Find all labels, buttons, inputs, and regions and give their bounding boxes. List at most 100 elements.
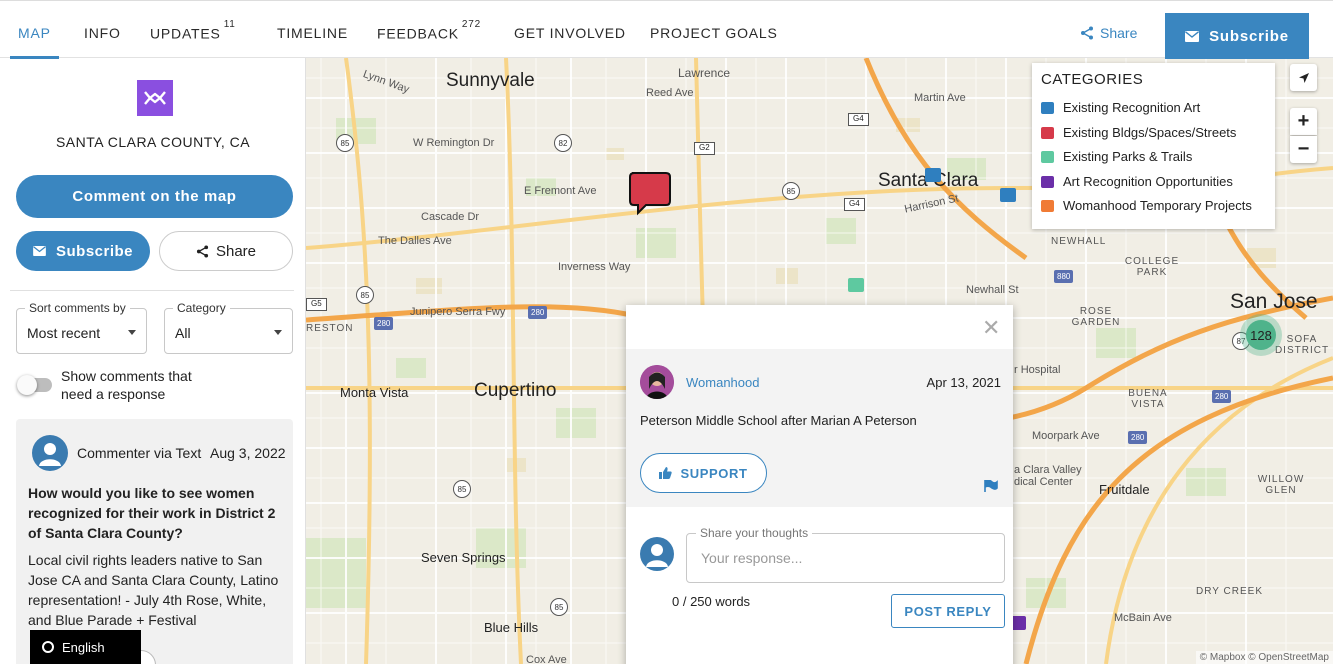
popup-date: Apr 13, 2021	[926, 375, 1001, 390]
category-item[interactable]: Existing Bldgs/Spaces/Streets	[1041, 125, 1236, 140]
womanhood-logo	[137, 80, 173, 116]
comment-card[interactable]: Commenter via Text Aug 3, 2022 How would…	[16, 419, 293, 664]
category-item[interactable]: Womanhood Temporary Projects	[1041, 198, 1252, 213]
support-button[interactable]: SUPPORT	[640, 453, 767, 493]
category-swatch	[1041, 150, 1054, 163]
map-attribution[interactable]: © Mapbox © OpenStreetMap	[1195, 651, 1333, 664]
comment-cluster[interactable]: 128	[1246, 320, 1276, 350]
street-label: Reed Ave	[646, 87, 694, 99]
envelope-icon	[33, 246, 46, 256]
category-swatch	[1041, 126, 1054, 139]
route-shield: G4	[844, 198, 865, 211]
tab-project-goals[interactable]: PROJECT GOALS	[650, 25, 778, 59]
share-button[interactable]: Share	[159, 231, 293, 271]
comment-pin-recognition-art[interactable]	[1000, 188, 1016, 202]
subscribe-label: Subscribe	[55, 242, 134, 260]
updates-badge: 11	[223, 19, 236, 30]
category-label: Womanhood Temporary Projects	[1063, 198, 1252, 213]
sort-select[interactable]: Sort comments by Most recent	[16, 301, 147, 354]
map-canvas[interactable]: Sunnyvale Cupertino Santa Clara San Jose…	[306, 58, 1333, 664]
interstate-shield: 280	[528, 306, 548, 319]
street-label: Lawrence	[678, 66, 731, 80]
share-label: Share	[215, 242, 257, 260]
comment-popup: ✕ Womanhood Apr 13, 2021 Peterson Middle…	[626, 305, 1013, 664]
thumbs-up-icon	[659, 467, 673, 479]
user-avatar-icon	[32, 435, 68, 471]
user-avatar-icon	[640, 537, 674, 571]
interstate-shield: 280	[1212, 390, 1232, 403]
locate-button[interactable]	[1290, 64, 1317, 91]
reply-input[interactable]	[701, 550, 981, 566]
street-label: W Remington Dr	[413, 137, 495, 149]
poi-label: r Hospital	[1014, 364, 1061, 376]
comment-on-map-button[interactable]: Comment on the map	[16, 175, 293, 218]
top-subscribe-label: Subscribe	[1209, 27, 1289, 45]
tab-get-involved[interactable]: GET INVOLVED	[514, 25, 626, 59]
tab-feedback[interactable]: FEEDBACK272	[377, 19, 481, 59]
popup-comment-text: Peterson Middle School after Marian A Pe…	[640, 413, 917, 428]
comment-author: Commenter via Text	[77, 445, 202, 461]
street-label: McBain Ave	[1114, 612, 1172, 624]
category-item[interactable]: Existing Recognition Art	[1041, 100, 1200, 115]
comment-date: Aug 3, 2022	[210, 445, 286, 461]
sidebar-divider	[10, 290, 294, 291]
category-item[interactable]: Existing Parks & Trails	[1041, 149, 1192, 164]
top-share-label: Share	[1100, 25, 1138, 41]
street-label: Junipero Serra Fwy	[410, 306, 506, 318]
selected-comment-pin[interactable]	[628, 170, 672, 221]
city-label-san-jose: San Jose	[1230, 290, 1318, 313]
zoom-in-button[interactable]: +	[1290, 108, 1317, 135]
share-icon	[1081, 26, 1093, 40]
zoom-out-button[interactable]: −	[1290, 136, 1317, 163]
route-shield: G5	[306, 298, 327, 311]
subscribe-button[interactable]: Subscribe	[16, 231, 150, 271]
plus-icon: +	[1297, 110, 1310, 132]
sort-value: Most recent	[27, 325, 101, 341]
route-shield: 85	[550, 598, 568, 616]
tab-timeline[interactable]: TIMELINE	[277, 25, 348, 59]
category-select[interactable]: Category All	[164, 301, 293, 354]
needs-response-toggle[interactable]	[17, 375, 52, 395]
top-share-button[interactable]: Share	[1080, 25, 1137, 41]
close-icon[interactable]: ✕	[982, 315, 1000, 341]
area-label: BUENA VISTA	[1128, 388, 1168, 410]
post-reply-button[interactable]: POST REPLY	[891, 594, 1005, 628]
area-label: RESTON	[306, 323, 354, 334]
tab-info[interactable]: INFO	[84, 25, 121, 59]
top-subscribe-button[interactable]: Subscribe	[1165, 13, 1309, 59]
top-navigation: MAP INFO UPDATES11 TIMELINE FEEDBACK272 …	[0, 0, 1333, 59]
comment-pin-parks[interactable]	[848, 278, 864, 292]
categories-legend: CATEGORIES Existing Recognition Art Exis…	[1032, 63, 1275, 229]
category-item[interactable]: Art Recognition Opportunities	[1041, 174, 1233, 189]
comment-pin-recognition-art[interactable]	[925, 168, 941, 182]
flag-icon[interactable]	[984, 479, 998, 497]
chevron-down-icon	[128, 330, 136, 335]
city-label-seven-springs: Seven Springs	[421, 550, 506, 565]
popup-author[interactable]: Womanhood	[686, 375, 759, 390]
tab-map[interactable]: MAP	[10, 25, 59, 59]
language-label: English	[62, 639, 105, 655]
street-label: Cox Ave	[526, 654, 567, 664]
reply-field[interactable]: Share your thoughts	[686, 526, 1005, 583]
street-label: Cascade Dr	[421, 211, 480, 223]
category-swatch	[1041, 175, 1054, 188]
street-label: The Dalles Ave	[378, 235, 452, 247]
area-label: DRY CREEK	[1196, 586, 1263, 597]
street-label: E Fremont Ave	[524, 185, 597, 197]
interstate-shield: 280	[1128, 431, 1148, 444]
comment-question: How would you like to see women recogniz…	[28, 485, 276, 541]
tab-updates[interactable]: UPDATES11	[150, 19, 236, 59]
language-selector[interactable]: English	[30, 630, 141, 664]
interstate-shield: 280	[374, 317, 394, 330]
street-label: Martin Ave	[914, 92, 966, 104]
category-label: Existing Recognition Art	[1063, 100, 1201, 115]
city-label-fruitdale: Fruitdale	[1099, 482, 1150, 497]
envelope-icon	[1185, 30, 1200, 42]
category-swatch	[1041, 199, 1054, 212]
interstate-shield: 880	[1054, 270, 1074, 283]
route-shield: G2	[694, 142, 715, 155]
area-label: SOFA DISTRICT	[1274, 334, 1330, 356]
sort-legend: Sort comments by	[25, 301, 130, 315]
support-label: SUPPORT	[680, 465, 748, 481]
feedback-badge: 272	[461, 19, 481, 30]
